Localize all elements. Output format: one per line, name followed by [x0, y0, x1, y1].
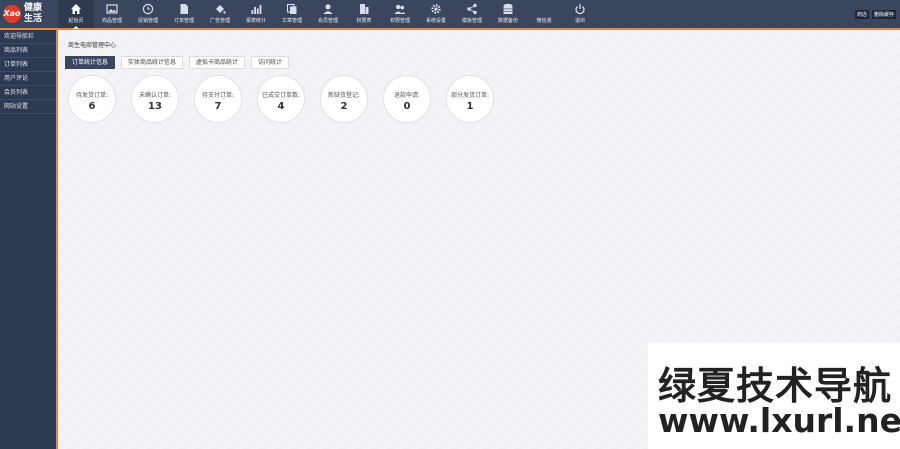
clock-icon: [142, 3, 154, 15]
sidebar-item-member-list[interactable]: 会员列表: [0, 86, 56, 100]
power-icon: [575, 4, 585, 15]
nav-item-permission-table[interactable]: 权限表: [346, 0, 382, 28]
nav-label: 报表统计: [245, 18, 266, 24]
nav-item-promotions[interactable]: 促销管理: [130, 0, 166, 28]
watermark: 绿夏技术导航 www.lxurl.net: [648, 343, 900, 449]
nav-item-reports[interactable]: 报表统计: [238, 0, 274, 28]
stat-completed[interactable]: 已成交订单数: 4: [257, 75, 305, 123]
stat-label: 部分发货订单:: [450, 92, 490, 99]
nav-item-articles[interactable]: 文章管理: [274, 0, 310, 28]
tab-physical-product-stats[interactable]: 实体商品统计信息: [121, 56, 184, 69]
stat-refund-requests[interactable]: 退款申请: 0: [383, 75, 431, 123]
database-icon: [503, 3, 513, 14]
stat-label: 退款申请:: [393, 92, 421, 99]
sidebar-item-order-list[interactable]: 订单列表: [0, 58, 56, 72]
stat-value: 2: [340, 101, 348, 112]
document-icon: [180, 4, 188, 14]
image-icon: [106, 4, 118, 14]
stat-out-of-stock[interactable]: 新缺货登记: 2: [320, 75, 368, 123]
nav-label: 广告管理: [209, 18, 230, 24]
sidebar-item-product-list[interactable]: 商品列表: [0, 44, 56, 58]
nav-label: 文章管理: [281, 18, 302, 24]
nav-label: 起始页: [58, 18, 94, 24]
nav-item-backup[interactable]: 数据备份: [490, 0, 526, 28]
nav-item-settings[interactable]: 系统设置: [418, 0, 454, 28]
nav-item-orders[interactable]: 订单管理: [166, 0, 202, 28]
user-icon: [323, 4, 333, 14]
copy-icon: [286, 3, 297, 14]
page-title: 商生电商管理中心: [68, 42, 117, 49]
clear-cache-link[interactable]: 删除缓存: [871, 10, 896, 19]
shop-link[interactable]: 商店: [854, 10, 869, 19]
stat-label: 未确认订单:: [138, 92, 172, 99]
logo[interactable]: Xao 健康 生活: [0, 0, 56, 28]
stat-value: 7: [214, 101, 222, 112]
nav-label: 微信通: [536, 18, 552, 24]
stat-value: 4: [277, 101, 285, 112]
stat-value: 1: [466, 101, 474, 112]
stat-value: 13: [148, 101, 162, 112]
users-icon: [394, 4, 406, 14]
tab-virtual-card-stats[interactable]: 虚拟卡商品统计: [189, 56, 246, 69]
paint-bucket-icon: [216, 5, 226, 14]
sidebar-item-site-settings[interactable]: 网站设置: [0, 100, 56, 114]
logo-line1: 健康: [24, 3, 43, 13]
nav-label: 权限管理: [389, 18, 410, 24]
main-nav: 起始页 商品管理 促销管理 订单管理 广告管理 报表统计 文章管理 会员管理 权…: [58, 0, 598, 28]
stat-tabs: 订单统计信息 实体商品统计信息 虚拟卡商品统计 访问统计: [65, 56, 290, 69]
sidebar-item-user-comments[interactable]: 用户评论: [0, 72, 56, 86]
logo-mark: Xao: [3, 5, 21, 23]
home-icon: [71, 4, 81, 14]
nav-item-ads[interactable]: 广告管理: [202, 0, 238, 28]
gear-icon: [431, 4, 441, 14]
stat-circles: 待发货订单: 6 未确认订单: 13 待支付订单: 7 已成交订单数: 4 新缺…: [68, 75, 494, 123]
top-nav-bar: Xao 健康 生活 起始页 商品管理 促销管理 订单管理 广告管理 报表统计 文…: [0, 0, 900, 30]
sidebar-item-welcome[interactable]: 欢迎导航栏: [0, 30, 56, 44]
nav-label: 退出: [574, 18, 585, 24]
nav-item-permissions[interactable]: 权限管理: [382, 0, 418, 28]
nav-item-wechat[interactable]: 微信通: [526, 0, 562, 28]
nav-item-products[interactable]: 商品管理: [94, 0, 130, 28]
sidebar: 欢迎导航栏 商品列表 订单列表 用户评论 会员列表 网站设置: [0, 30, 58, 449]
nav-label: 权限表: [356, 18, 372, 24]
logo-line2: 生活: [24, 14, 43, 24]
nav-label: 会员管理: [317, 18, 338, 24]
stat-label: 新缺货登记:: [327, 92, 361, 99]
nav-label: 系统设置: [425, 18, 446, 24]
building-icon: [360, 4, 369, 14]
nav-item-members[interactable]: 会员管理: [310, 0, 346, 28]
stat-unconfirmed[interactable]: 未确认订单: 13: [131, 75, 179, 123]
nav-item-home[interactable]: 起始页: [58, 0, 94, 28]
stat-value: 6: [88, 101, 96, 112]
top-right-links: 商店 删除缓存: [854, 10, 896, 19]
stat-value: 0: [403, 101, 411, 112]
nav-label: 促销管理: [137, 18, 158, 24]
logo-text: 健康 生活: [24, 3, 54, 25]
nav-label: 商品管理: [101, 18, 122, 24]
tab-order-stats[interactable]: 订单统计信息: [65, 56, 116, 69]
nav-item-templates[interactable]: 模板管理: [454, 0, 490, 28]
share-icon: [467, 3, 477, 15]
stat-pending-payment[interactable]: 待支付订单: 7: [194, 75, 242, 123]
nav-label: 订单管理: [173, 18, 194, 24]
stat-partial-shipment[interactable]: 部分发货订单: 1: [446, 75, 494, 123]
bar-chart-icon: [251, 5, 262, 14]
stat-label: 待发货订单:: [75, 92, 109, 99]
stat-label: 已成交订单数:: [261, 92, 301, 99]
nav-item-logout[interactable]: 退出: [562, 0, 598, 28]
watermark-url: www.lxurl.net: [658, 401, 900, 440]
tab-visit-stats[interactable]: 访问统计: [251, 56, 290, 69]
stat-pending-shipment[interactable]: 待发货订单: 6: [68, 75, 116, 123]
nav-label: 模板管理: [461, 18, 482, 24]
nav-label: 数据备份: [497, 18, 518, 24]
stat-label: 待支付订单:: [201, 92, 235, 99]
